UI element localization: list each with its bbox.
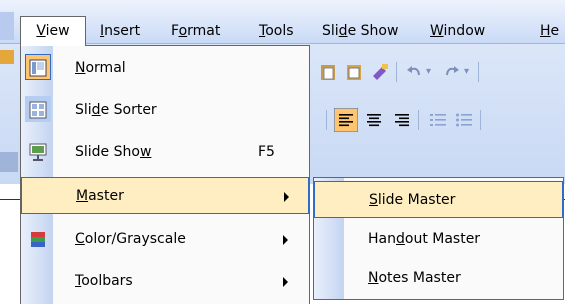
- menu-tools[interactable]: Tools: [259, 19, 294, 43]
- partial-toolbar-icon: [0, 50, 14, 64]
- toolbar-separator: [480, 110, 481, 130]
- menu-item-normal[interactable]: Normal: [21, 50, 309, 87]
- menu-item-toolbars[interactable]: Toolbars: [21, 263, 309, 300]
- menubar-edge: [0, 12, 14, 40]
- menu-window[interactable]: Window: [430, 19, 485, 43]
- menu-item-label: Slide Master: [369, 192, 456, 208]
- menu-item-label: Handout Master: [368, 231, 481, 247]
- submenu-arrow-icon: [283, 277, 288, 287]
- slide-sorter-icon: [29, 101, 47, 119]
- format-painter-icon[interactable]: [370, 62, 390, 82]
- menu-view[interactable]: View: [20, 16, 86, 46]
- redo-icon[interactable]: [442, 62, 462, 82]
- menu-item-label: Slide Sorter: [75, 102, 157, 118]
- color-grayscale-icon: [31, 232, 45, 247]
- menu-item-shortcut: F5: [258, 144, 275, 160]
- redo-dropdown-icon[interactable]: ▾: [464, 62, 474, 82]
- toolbar-separator: [418, 110, 419, 130]
- view-menu: Normal Slide Sorter Slide Show F5 Master…: [20, 45, 310, 304]
- submenu-item-notes-master[interactable]: Notes Master: [314, 260, 563, 297]
- submenu-item-handout-master[interactable]: Handout Master: [314, 221, 563, 258]
- slide-show-icon: [29, 143, 47, 161]
- undo-icon[interactable]: [404, 62, 424, 82]
- menu-item-slide-sorter[interactable]: Slide Sorter: [21, 92, 309, 129]
- menu-item-label: Notes Master: [368, 270, 461, 286]
- align-left-icon[interactable]: [334, 108, 358, 132]
- menu-item-label: Toolbars: [75, 273, 133, 289]
- align-right-icon[interactable]: [392, 110, 412, 130]
- menu-item-label: Master: [76, 188, 124, 204]
- menu-help[interactable]: He: [540, 19, 559, 43]
- menu-item-master[interactable]: Master: [21, 177, 309, 214]
- undo-dropdown-icon[interactable]: ▾: [426, 62, 436, 82]
- menu-item-label: Color/Grayscale: [75, 231, 186, 247]
- numbering-icon[interactable]: [428, 110, 448, 130]
- submenu-item-slide-master[interactable]: Slide Master: [314, 181, 563, 218]
- clipboard-icon[interactable]: [344, 62, 364, 82]
- master-submenu: Slide Master Handout Master Notes Master: [313, 177, 564, 300]
- menu-slide-show[interactable]: Slide Show: [322, 19, 398, 43]
- paste-icon[interactable]: [318, 62, 338, 82]
- toolbar-separator: [478, 62, 479, 82]
- menu-item-label: Slide Show: [75, 144, 152, 160]
- toolbar-separator: [396, 62, 397, 82]
- toolbar-separator: [326, 110, 327, 130]
- ruler-line: [0, 199, 20, 200]
- align-center-icon[interactable]: [364, 110, 384, 130]
- submenu-arrow-icon: [283, 235, 288, 245]
- normal-view-icon: [29, 59, 47, 77]
- menu-item-slide-show[interactable]: Slide Show F5: [21, 134, 309, 171]
- menu-format[interactable]: Format: [171, 19, 220, 43]
- menu-item-color-grayscale[interactable]: Color/Grayscale: [21, 221, 309, 258]
- menu-item-label: Normal: [75, 60, 126, 76]
- partial-pane-tab: [0, 152, 18, 172]
- bullets-icon[interactable]: [454, 110, 474, 130]
- submenu-arrow-icon: [284, 192, 289, 202]
- menu-insert[interactable]: Insert: [100, 19, 140, 43]
